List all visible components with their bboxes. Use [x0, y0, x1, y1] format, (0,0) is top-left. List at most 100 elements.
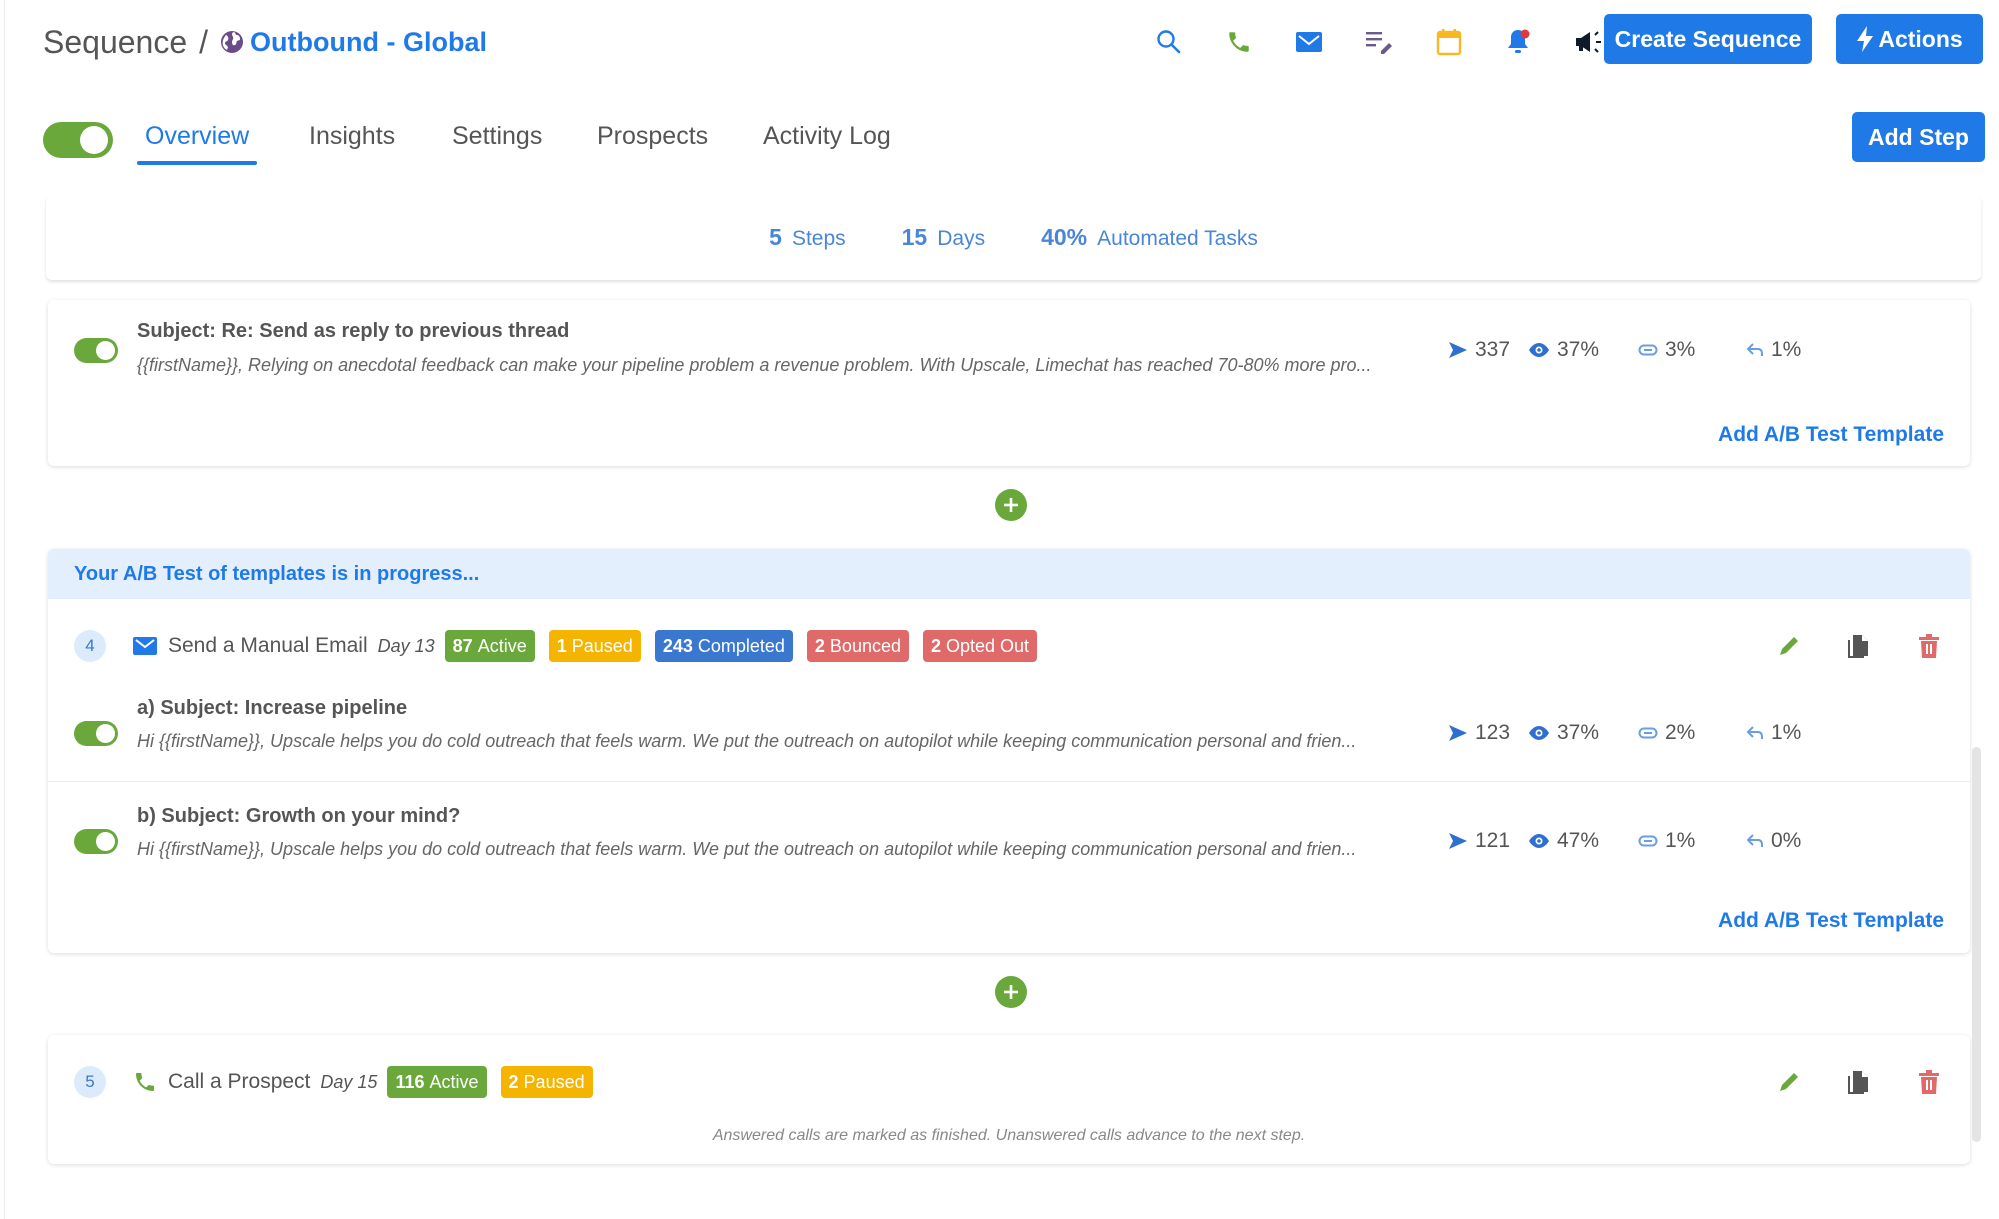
- step-day: Day 13: [377, 635, 435, 656]
- create-sequence-button[interactable]: Create Sequence: [1604, 14, 1812, 64]
- edit-icon[interactable]: [1774, 1067, 1804, 1097]
- badge-completed[interactable]: 243 Completed: [654, 630, 793, 662]
- sent-count: 123: [1475, 721, 1511, 744]
- reply-rate: 1%: [1771, 721, 1802, 744]
- notes-edit-icon[interactable]: [1363, 26, 1395, 58]
- open-rate: 37%: [1557, 338, 1600, 361]
- page-header: Sequence / Outbound - Global Create Sequ…: [43, 14, 1985, 66]
- summary-automated: 40% Automated Tasks: [1041, 224, 1258, 251]
- reply-icon: [1746, 834, 1763, 847]
- calendar-icon[interactable]: [1433, 26, 1465, 58]
- eye-icon: [1529, 834, 1549, 848]
- template-row-a: a) Subject: Increase pipeline Hi {{first…: [48, 685, 1970, 781]
- tab-prospects[interactable]: Prospects: [597, 122, 708, 151]
- step-title[interactable]: Send a Manual Email: [168, 634, 368, 658]
- template-toggle[interactable]: [74, 721, 118, 746]
- stat-open: 37%: [1528, 721, 1638, 745]
- tab-activity-log[interactable]: Activity Log: [763, 122, 891, 151]
- badge-opted-out[interactable]: 2 Opted Out: [922, 630, 1038, 662]
- phone-icon: [132, 1069, 158, 1095]
- template-body-preview: {{firstName}}, Relying on anecdotal feed…: [137, 355, 1372, 375]
- badge-active[interactable]: 116 Active: [387, 1066, 487, 1098]
- reply-rate: 1%: [1771, 338, 1802, 361]
- tab-insights[interactable]: Insights: [309, 122, 395, 151]
- send-icon: [1449, 342, 1467, 358]
- stat-reply: 0%: [1746, 829, 1826, 853]
- tab-settings[interactable]: Settings: [452, 122, 542, 151]
- template-body-preview: Hi {{firstName}}, Upscale helps you do c…: [137, 839, 1357, 859]
- template-stats: 121 47% 1% 0%: [1448, 829, 1826, 853]
- actions-button[interactable]: Actions: [1836, 14, 1983, 64]
- delete-icon[interactable]: [1914, 1067, 1944, 1097]
- add-ab-test-template-link[interactable]: Add A/B Test Template: [1718, 423, 1944, 447]
- step-card-3: Subject: Re: Send as reply to previous t…: [48, 300, 1970, 466]
- call-step-note: Answered calls are marked as finished. U…: [712, 1127, 1306, 1144]
- steps-count: 5: [769, 224, 782, 250]
- stat-click: 3%: [1638, 338, 1746, 362]
- globe-icon: [220, 30, 244, 54]
- template-divider: [48, 781, 1970, 782]
- reply-rate: 0%: [1771, 829, 1802, 852]
- eye-icon: [1529, 726, 1549, 740]
- days-count: 15: [901, 224, 928, 250]
- bell-icon[interactable]: [1503, 26, 1535, 58]
- template-stats: 123 37% 2% 1%: [1448, 721, 1826, 745]
- template-subject[interactable]: Subject: Re: Send as reply to previous t…: [137, 320, 569, 343]
- steps-label: Steps: [791, 227, 846, 250]
- megaphone-icon[interactable]: [1573, 26, 1605, 58]
- step-title[interactable]: Call a Prospect: [168, 1070, 310, 1094]
- actions-button-label: Actions: [1878, 25, 1963, 52]
- mail-icon: [132, 633, 158, 659]
- vertical-scrollbar[interactable]: [1972, 747, 1981, 1142]
- template-subject[interactable]: b) Subject: Growth on your mind?: [137, 805, 460, 828]
- stat-click: 2%: [1638, 721, 1746, 745]
- add-ab-test-template-link[interactable]: Add A/B Test Template: [1718, 909, 1944, 933]
- link-icon: [1638, 835, 1658, 847]
- badge-paused[interactable]: 2 Paused: [500, 1066, 593, 1098]
- breadcrumb-separator: /: [199, 23, 209, 60]
- template-toggle[interactable]: [74, 338, 118, 363]
- link-icon: [1638, 727, 1658, 739]
- delete-icon[interactable]: [1914, 631, 1944, 661]
- ab-test-banner: Your A/B Test of templates is in progres…: [48, 549, 1970, 599]
- stat-sent: 123: [1448, 721, 1528, 745]
- tab-overview[interactable]: Overview: [136, 122, 258, 165]
- copy-icon[interactable]: [1844, 631, 1874, 661]
- stat-reply: 1%: [1746, 338, 1826, 362]
- badge-active[interactable]: 87 Active: [444, 630, 535, 662]
- days-label: Days: [937, 227, 986, 250]
- template-body-preview: Hi {{firstName}}, Upscale helps you do c…: [137, 731, 1357, 751]
- step-header: 4 Send a Manual Email Day 13 87 Active 1P…: [74, 629, 1970, 663]
- tabs-row: Overview Insights Settings Prospects Act…: [43, 110, 1985, 170]
- stat-open: 37%: [1528, 338, 1638, 362]
- search-icon[interactable]: [1153, 26, 1185, 58]
- sent-count: 337: [1475, 338, 1511, 361]
- click-rate: 2%: [1665, 721, 1696, 744]
- template-subject[interactable]: a) Subject: Increase pipeline: [137, 697, 407, 720]
- add-step-button[interactable]: Add Step: [1852, 112, 1985, 162]
- reply-icon: [1746, 726, 1763, 739]
- summary-days: 15 Days: [902, 224, 985, 251]
- automated-label: Automated Tasks: [1097, 227, 1258, 250]
- edit-icon[interactable]: [1774, 631, 1804, 661]
- step-card-5: 5 Call a Prospect Day 15 116 Active 2 Paus…: [48, 1035, 1970, 1164]
- phone-icon[interactable]: [1223, 26, 1255, 58]
- breadcrumb-current[interactable]: Outbound - Global: [250, 27, 487, 58]
- breadcrumb-root[interactable]: Sequence: [43, 24, 187, 61]
- stat-sent: 337: [1448, 338, 1528, 362]
- eye-icon: [1529, 343, 1549, 357]
- header-icon-bar: [1153, 18, 1643, 66]
- send-icon: [1449, 725, 1467, 741]
- open-rate: 37%: [1557, 721, 1600, 744]
- automated-percent: 40%: [1041, 224, 1088, 250]
- sequence-active-toggle[interactable]: [43, 122, 113, 158]
- template-stats: 337 37% 3% 1%: [1448, 338, 1826, 362]
- template-toggle[interactable]: [74, 829, 118, 854]
- badge-bounced[interactable]: 2 Bounced: [806, 630, 909, 662]
- copy-icon[interactable]: [1844, 1067, 1874, 1097]
- add-step-between-button[interactable]: [995, 489, 1027, 521]
- mail-icon[interactable]: [1293, 26, 1325, 58]
- add-step-between-button[interactable]: [995, 976, 1027, 1008]
- badge-paused[interactable]: 1 Paused: [548, 630, 641, 662]
- step-number: 4: [74, 630, 106, 662]
